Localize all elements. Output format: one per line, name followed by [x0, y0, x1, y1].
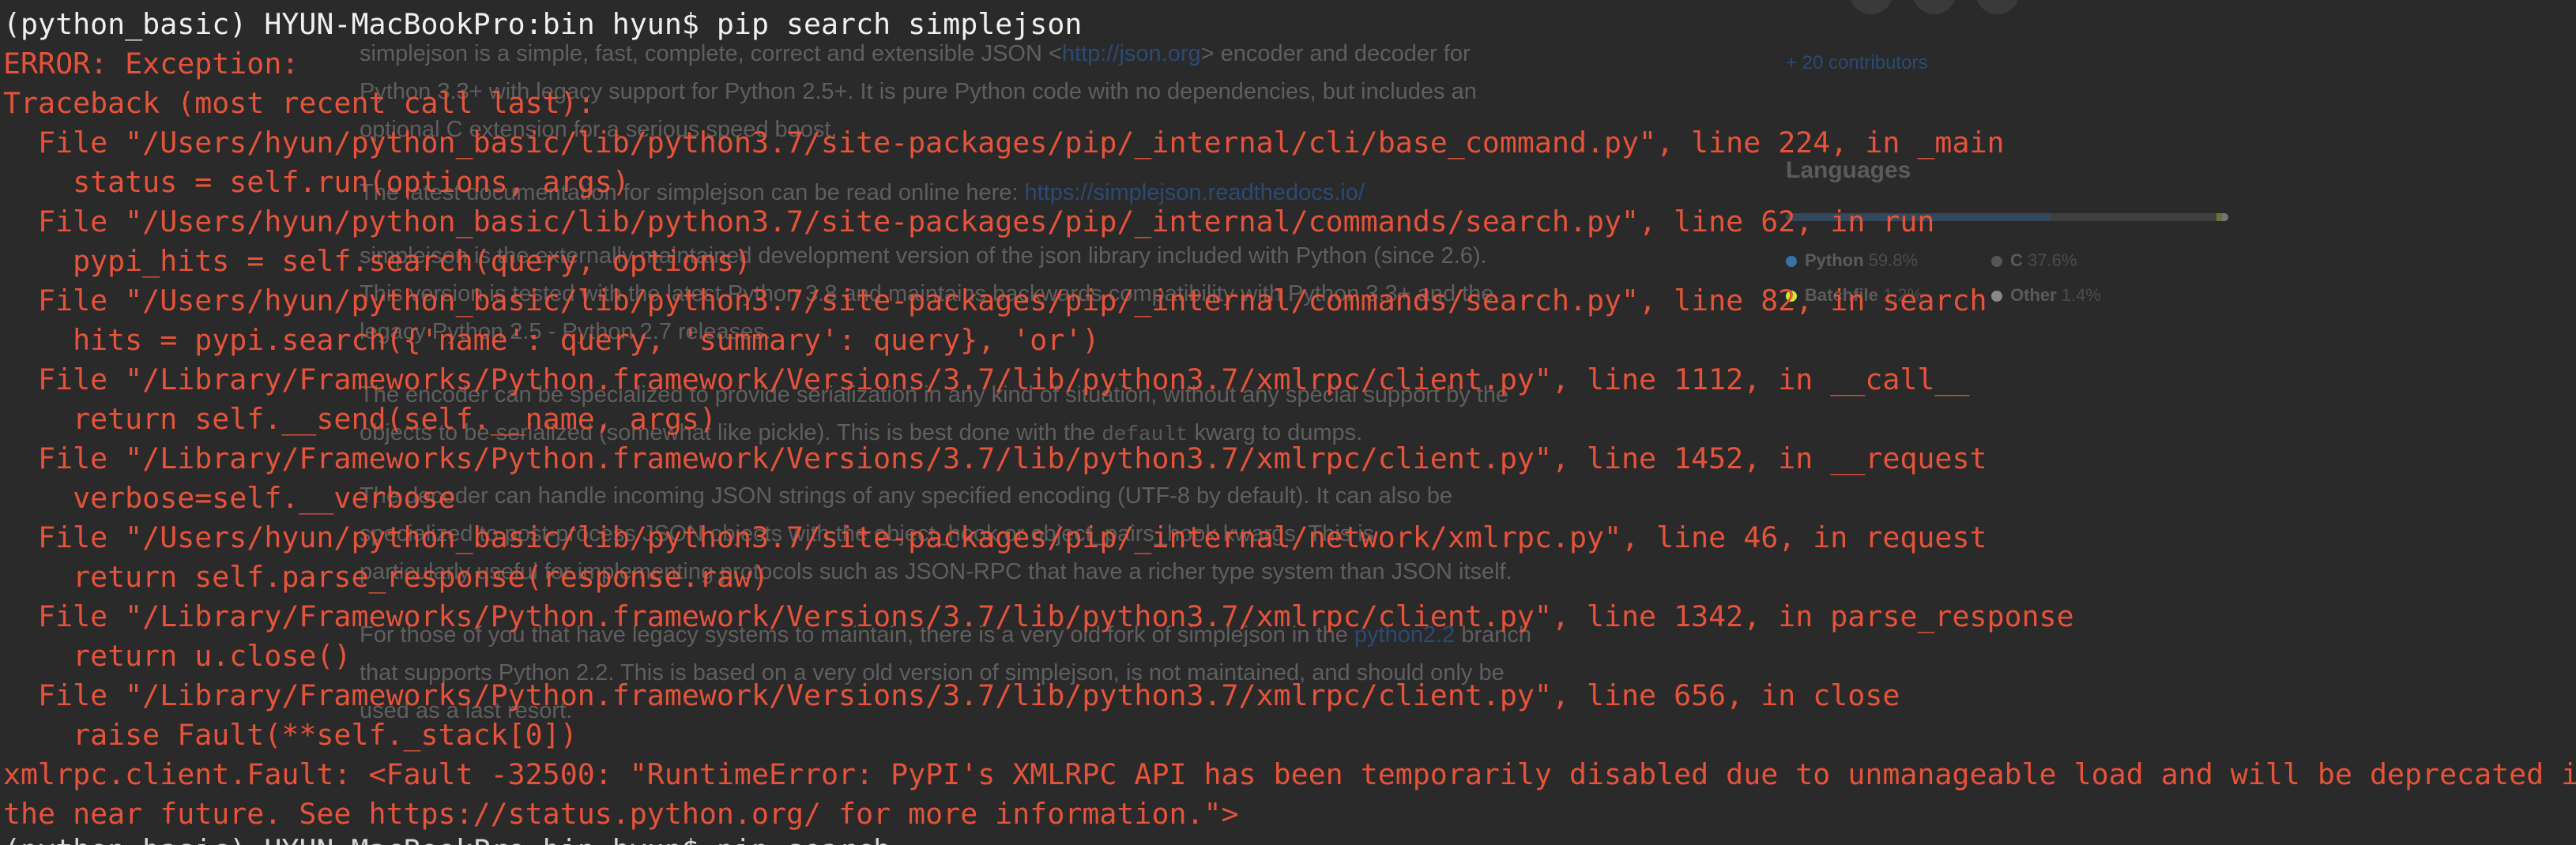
traceback-code-line: raise Fault(**self._stack[0]) — [3, 718, 578, 752]
error-header: ERROR: Exception: — [3, 47, 299, 81]
traceback-code-line: hits = pypi.search({'name': query, 'summ… — [3, 323, 1100, 357]
traceback-file-line: File "/Library/Frameworks/Python.framewo… — [3, 599, 2074, 633]
terminal-output[interactable]: (python_basic) HYUN-MacBookPro:bin hyun$… — [0, 0, 2576, 845]
traceback-file-line: File "/Users/hyun/python_basic/lib/pytho… — [3, 520, 1987, 554]
traceback-code-line: return u.close() — [3, 639, 352, 673]
traceback-header: Traceback (most recent call last): — [3, 86, 595, 120]
traceback-code-line: verbose=self.__verbose — [3, 481, 456, 515]
next-prompt-line[interactable]: (python_basic) HYUN-MacBookPro:bin hyun$… — [3, 831, 891, 845]
traceback-code-line: return self.__send(self.__name, args) — [3, 402, 717, 436]
traceback-file-line: File "/Users/hyun/python_basic/lib/pytho… — [3, 284, 1987, 317]
traceback-file-line: File "/Library/Frameworks/Python.framewo… — [3, 441, 1987, 475]
traceback-code-line: return self.parse_response(response.raw) — [3, 560, 769, 594]
traceback-file-line: File "/Library/Frameworks/Python.framewo… — [3, 362, 1970, 396]
command-line[interactable]: (python_basic) HYUN-MacBookPro:bin hyun$… — [3, 5, 1082, 44]
fault-message: xmlrpc.client.Fault: <Fault -32500: "Run… — [3, 757, 2576, 791]
fault-message-cont: the near future. See https://status.pyth… — [3, 797, 1239, 831]
traceback-file-line: File "/Users/hyun/python_basic/lib/pytho… — [3, 205, 1935, 238]
traceback-file-line: File "/Users/hyun/python_basic/lib/pytho… — [3, 126, 2005, 160]
traceback-code-line: pypi_hits = self.search(query, options) — [3, 244, 751, 278]
traceback-file-line: File "/Library/Frameworks/Python.framewo… — [3, 678, 1900, 712]
traceback-code-line: status = self.run(options, args) — [3, 165, 630, 199]
screen: simplejson is a simple, fast, complete, … — [0, 0, 2576, 845]
